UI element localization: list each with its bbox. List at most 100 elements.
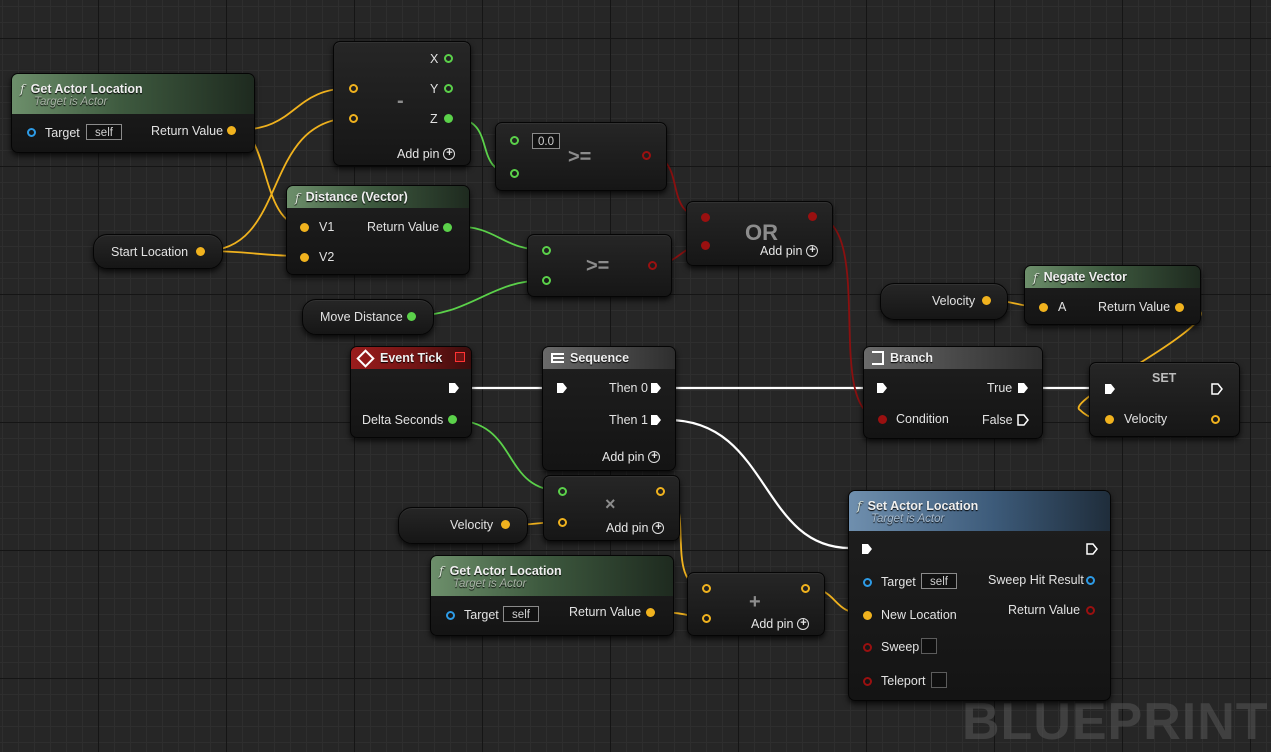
node-header[interactable]: Branch [864,347,1042,369]
b-pin[interactable] [702,614,711,623]
false-pin[interactable] [1017,414,1029,426]
exec-in-pin[interactable] [876,382,888,394]
set-velocity-node[interactable]: SET Velocity [1089,362,1240,437]
exec-in-pin[interactable] [861,543,873,555]
sweep-pin[interactable] [863,643,872,652]
value-pin[interactable] [407,312,416,321]
node-header[interactable]: Event Tick [351,347,471,369]
target-pin[interactable] [446,611,455,620]
or-node[interactable]: OR Add pin + [686,201,833,266]
add-pin-button[interactable]: Add pin + [751,617,810,631]
return-pin[interactable] [801,584,810,593]
add-pin-button[interactable]: Add pin + [397,147,456,161]
condition-pin[interactable] [878,415,887,424]
value-pin[interactable] [982,296,991,305]
y-pin[interactable] [444,84,453,93]
branch-node[interactable]: Branch Condition True False [863,346,1043,439]
exec-in-pin[interactable] [1104,383,1116,395]
value-field[interactable]: 0.0 [532,133,560,149]
add-pin-button[interactable]: Add pin + [606,521,665,535]
return-value-pin[interactable] [227,126,236,135]
velocity-in-pin[interactable] [1105,415,1114,424]
variable-label: Velocity [450,518,494,532]
a-pin[interactable] [558,487,567,496]
teleport-checkbox[interactable] [931,672,947,688]
value-pin[interactable] [501,520,510,529]
velocity-getter[interactable]: Velocity [398,507,528,544]
teleport-pin[interactable] [863,677,872,686]
sweep-hit-result-pin[interactable] [1086,576,1095,585]
add-pin-button[interactable]: Add pin + [602,450,661,464]
sweep-checkbox[interactable] [921,638,937,654]
add-node[interactable]: + Add pin + [687,572,825,636]
greater-equal-node[interactable]: >= [527,234,672,297]
node-header[interactable]: f Set Actor Location Target is Actor [849,491,1110,531]
return-value-pin[interactable] [443,223,452,232]
multiply-node[interactable]: × Add pin + [543,475,680,541]
add-operator: + [749,591,761,613]
delegate-icon[interactable] [455,352,465,362]
add-pin-label: Add pin [606,521,649,535]
new-location-pin[interactable] [863,611,872,620]
b-pin[interactable] [510,169,519,178]
x-pin[interactable] [444,54,453,63]
a-pin[interactable] [542,246,551,255]
exec-out-pin[interactable] [1211,383,1223,395]
velocity-out-pin[interactable] [1211,415,1220,424]
delta-seconds-pin[interactable] [448,415,457,424]
subtract-node[interactable]: - X Y Z Add pin + [333,41,471,166]
get-actor-location-node[interactable]: f Get Actor Location Target is Actor Targ… [430,555,674,636]
a-pin[interactable] [701,213,710,222]
return-pin[interactable] [648,261,657,270]
a-pin[interactable] [349,84,358,93]
event-tick-node[interactable]: Event Tick Delta Seconds [350,346,472,438]
node-header[interactable]: f Distance (Vector) [287,186,469,208]
true-pin[interactable] [1017,382,1029,394]
return-pin[interactable] [808,212,817,221]
node-header[interactable]: f Get Actor Location Target is Actor [12,74,254,114]
v1-pin[interactable] [300,223,309,232]
target-value-field[interactable]: self [921,573,957,589]
b-pin[interactable] [349,114,358,123]
start-location-getter[interactable]: Start Location [93,234,223,269]
return-value-pin[interactable] [1175,303,1184,312]
target-pin[interactable] [863,578,872,587]
plus-icon: + [443,148,456,160]
set-actor-location-node[interactable]: f Set Actor Location Target is Actor Targ… [848,490,1111,701]
greater-equal-node[interactable]: 0.0 >= [495,122,667,191]
exec-out-pin[interactable] [448,382,460,394]
return-value-pin[interactable] [646,608,655,617]
sweep-hit-result-label: Sweep Hit Result [988,573,1084,587]
z-pin[interactable] [444,114,453,123]
velocity-getter[interactable]: Velocity [880,283,1008,320]
node-header[interactable]: f Get Actor Location Target is Actor [431,556,673,596]
value-pin[interactable] [196,247,205,256]
move-distance-getter[interactable]: Move Distance [302,299,434,335]
return-pin[interactable] [656,487,665,496]
get-actor-location-node[interactable]: f Get Actor Location Target is Actor Targ… [11,73,255,153]
return-pin[interactable] [642,151,651,160]
b-pin[interactable] [542,276,551,285]
b-pin[interactable] [558,518,567,527]
a-pin[interactable] [702,584,711,593]
a-pin[interactable] [510,136,519,145]
multiply-operator: × [605,494,616,514]
negate-vector-node[interactable]: f Negate Vector A Return Value [1024,265,1201,325]
b-pin[interactable] [701,241,710,250]
v2-pin[interactable] [300,253,309,262]
exec-in-pin[interactable] [556,382,568,394]
then-1-pin[interactable] [650,414,662,426]
target-value-field[interactable]: self [86,124,122,140]
return-value-pin[interactable] [1086,606,1095,615]
node-header[interactable]: f Negate Vector [1025,266,1200,288]
exec-out-pin[interactable] [1086,543,1098,555]
node-header[interactable]: Sequence [543,347,675,369]
target-pin[interactable] [27,128,36,137]
a-pin[interactable] [1039,303,1048,312]
then-0-pin[interactable] [650,382,662,394]
distance-vector-node[interactable]: f Distance (Vector) V1 V2 Return Value [286,185,470,275]
return-value-label: Return Value [1098,300,1171,314]
target-value-field[interactable]: self [503,606,539,622]
sequence-node[interactable]: Sequence Then 0 Then 1 Add pin + [542,346,676,471]
add-pin-button[interactable]: Add pin + [760,244,819,258]
